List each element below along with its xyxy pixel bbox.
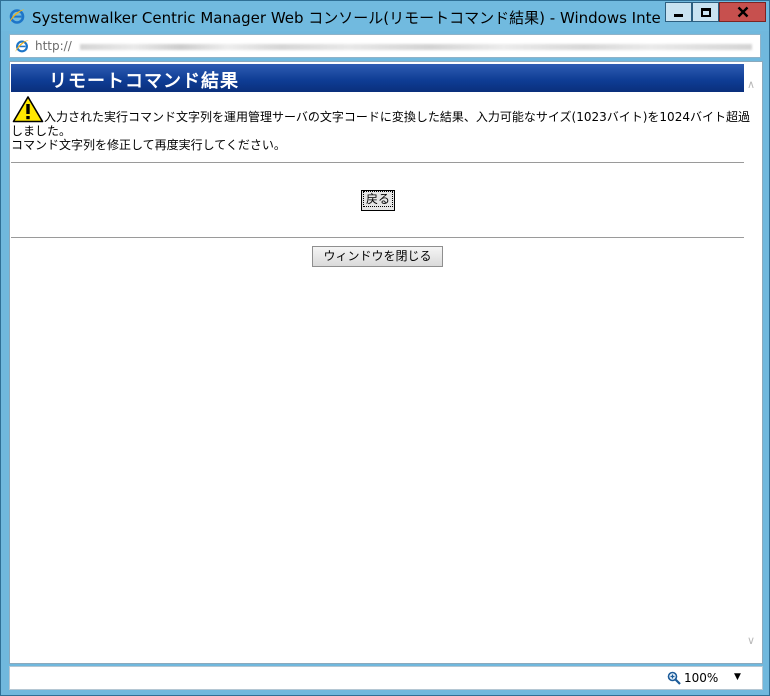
close-window-button[interactable]	[719, 2, 766, 22]
address-redacted	[80, 44, 752, 50]
browser-window: Systemwalker Centric Manager Web コンソール(リ…	[0, 0, 770, 696]
message-line-1-continued: しました。	[11, 124, 72, 138]
close-icon	[737, 6, 748, 18]
address-text: http://	[35, 39, 72, 53]
zoom-icon	[667, 671, 681, 685]
title-bar[interactable]: Systemwalker Centric Manager Web コンソール(リ…	[1, 1, 769, 31]
minimize-button[interactable]	[665, 2, 692, 22]
message-line-2: コマンド文字列を修正して再度実行してください。	[11, 138, 286, 152]
maximize-button[interactable]	[692, 2, 719, 22]
page-content: リモートコマンド結果 ∧ 入力された実行コマンド文字列を運用管理サーバの文字コー…	[9, 61, 763, 664]
page-header: リモートコマンド結果	[11, 64, 744, 92]
close-window-page-button[interactable]: ウィンドウを閉じる	[312, 246, 443, 267]
back-button-label: 戻る	[362, 191, 393, 207]
page-icon	[15, 40, 29, 53]
window-title: Systemwalker Centric Manager Web コンソール(リ…	[32, 9, 662, 27]
error-message: 入力された実行コマンド文字列を運用管理サーバの文字コードに変換した結果、入力可能…	[11, 110, 750, 152]
scroll-up-arrow[interactable]: ∧	[747, 78, 755, 91]
divider-top	[11, 162, 744, 163]
minimize-icon	[674, 13, 683, 17]
back-button[interactable]: 戻る	[361, 190, 395, 211]
zoom-level[interactable]: 100%	[684, 671, 718, 685]
maximize-icon	[700, 7, 711, 17]
divider-bottom	[11, 237, 744, 238]
scroll-down-arrow[interactable]: ∨	[747, 634, 755, 647]
message-line-1: 入力された実行コマンド文字列を運用管理サーバの文字コードに変換した結果、入力可能…	[44, 110, 750, 124]
status-bar: 100% ▼	[9, 666, 763, 690]
internet-explorer-icon	[9, 9, 25, 24]
page-title: リモートコマンド結果	[49, 71, 239, 92]
address-bar[interactable]: http://	[9, 34, 761, 58]
zoom-dropdown-icon[interactable]: ▼	[734, 672, 741, 682]
